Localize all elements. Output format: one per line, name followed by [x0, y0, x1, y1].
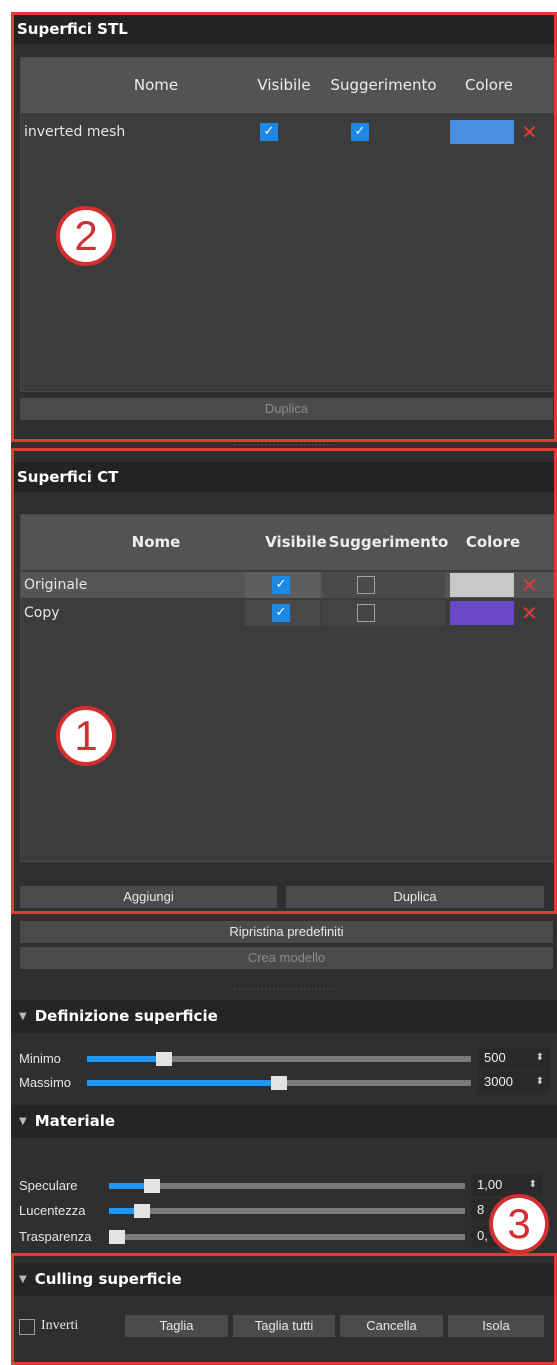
- col-hint[interactable]: Suggerimento: [326, 515, 451, 570]
- ct-surfaces-title: Superfici CT: [11, 462, 557, 492]
- reset-defaults-button[interactable]: Ripristina predefiniti: [20, 921, 553, 943]
- col-visible[interactable]: Visibile: [244, 58, 324, 113]
- max-value: 3000: [484, 1074, 513, 1089]
- row-name: Originale: [24, 577, 88, 593]
- max-label: Massimo: [19, 1075, 72, 1090]
- col-visible[interactable]: Visibile: [256, 515, 336, 570]
- close-icon[interactable]: ✕: [521, 572, 538, 598]
- callout-1: 1: [56, 706, 116, 766]
- material-header[interactable]: ▼ Materiale: [11, 1105, 557, 1138]
- ct-table-header: Nome Visibile Suggerimento Colore: [21, 515, 554, 570]
- col-hint[interactable]: Suggerimento: [321, 58, 446, 113]
- max-slider-fill: [87, 1080, 283, 1086]
- transparency-value: 0,: [477, 1228, 488, 1243]
- checkmark-icon: ✓: [263, 124, 275, 139]
- spin-arrows-icon[interactable]: ⬍: [536, 1047, 544, 1069]
- shininess-slider-handle[interactable]: [134, 1204, 150, 1218]
- color-swatch[interactable]: [450, 120, 514, 144]
- col-color[interactable]: Colore: [453, 515, 533, 570]
- ct-surfaces-panel: Superfici CT Nome Visibile Suggerimento …: [11, 448, 557, 914]
- min-label: Minimo: [19, 1051, 61, 1066]
- shininess-label: Lucentezza: [19, 1203, 86, 1218]
- color-swatch[interactable]: [450, 573, 514, 597]
- triangle-down-icon: ▼: [19, 1011, 27, 1022]
- close-icon[interactable]: ✕: [521, 600, 538, 626]
- stl-duplicate-button[interactable]: Duplica: [20, 398, 553, 420]
- close-icon[interactable]: ✕: [521, 119, 538, 145]
- checkmark-icon: ✓: [275, 605, 287, 620]
- delete-button[interactable]: Cancella: [340, 1315, 443, 1337]
- hint-cell: [322, 600, 445, 626]
- row-name: inverted mesh: [24, 124, 126, 140]
- color-swatch[interactable]: [450, 601, 514, 625]
- shininess-value: 8: [477, 1202, 485, 1217]
- col-name[interactable]: Nome: [81, 58, 231, 113]
- col-name[interactable]: Nome: [81, 515, 231, 570]
- isolate-button[interactable]: Isola: [448, 1315, 544, 1337]
- max-slider[interactable]: [87, 1076, 471, 1090]
- min-spinbox[interactable]: 500 ⬍: [478, 1047, 550, 1069]
- specular-value: 1,00: [477, 1177, 503, 1192]
- ct-surfaces-table: Nome Visibile Suggerimento Colore Origin…: [20, 514, 555, 862]
- transparency-slider-handle[interactable]: [109, 1230, 125, 1244]
- culling-title: Culling superficie: [34, 1270, 182, 1288]
- callout-2: 2: [56, 206, 116, 266]
- table-row[interactable]: inverted mesh ✓ ✓ ✕: [21, 119, 554, 145]
- hint-checkbox[interactable]: [357, 604, 375, 622]
- hint-checkbox[interactable]: [357, 576, 375, 594]
- max-slider-handle[interactable]: [271, 1076, 287, 1090]
- specular-slider-handle[interactable]: [144, 1179, 160, 1193]
- invert-label: Inverti: [41, 1318, 79, 1333]
- visible-checkbox[interactable]: ✓: [272, 604, 290, 622]
- hint-cell: [322, 572, 445, 598]
- min-value: 500: [484, 1050, 506, 1065]
- transparency-slider[interactable]: [109, 1230, 465, 1244]
- spin-arrows-icon[interactable]: ⬍: [536, 1071, 544, 1093]
- controls-panel: Ripristina predefiniti Crea modello ····…: [11, 914, 557, 1365]
- checkmark-icon: ✓: [275, 577, 287, 592]
- min-slider[interactable]: [87, 1052, 471, 1066]
- ct-duplicate-button[interactable]: Duplica: [286, 886, 544, 908]
- max-spinbox[interactable]: 3000 ⬍: [478, 1071, 550, 1093]
- triangle-down-icon: ▼: [19, 1274, 27, 1285]
- row-name: Copy: [24, 605, 60, 621]
- splitter-grip[interactable]: ··························: [11, 986, 557, 995]
- specular-slider[interactable]: [109, 1179, 465, 1193]
- material-title: Materiale: [34, 1112, 116, 1130]
- specular-label: Speculare: [19, 1178, 78, 1193]
- visible-checkbox[interactable]: ✓: [272, 576, 290, 594]
- table-row[interactable]: Copy ✓ ✕: [21, 600, 554, 626]
- table-row[interactable]: Originale ✓ ✕: [21, 572, 554, 598]
- callout-3: 3: [489, 1194, 549, 1254]
- spin-arrows-icon[interactable]: ⬍: [529, 1174, 537, 1196]
- visible-checkbox[interactable]: ✓: [260, 123, 278, 141]
- stl-table-header: Nome Visibile Suggerimento Colore: [21, 58, 554, 113]
- invert-checkbox[interactable]: [19, 1319, 35, 1335]
- surface-definition-header[interactable]: ▼ Definizione superficie: [11, 1000, 557, 1033]
- culling-header[interactable]: ▼ Culling superficie: [11, 1263, 557, 1296]
- surface-definition-title: Definizione superficie: [34, 1007, 218, 1025]
- shininess-slider[interactable]: [109, 1204, 465, 1218]
- hint-checkbox[interactable]: ✓: [351, 123, 369, 141]
- create-model-button[interactable]: Crea modello: [20, 947, 553, 969]
- checkmark-icon: ✓: [354, 124, 366, 139]
- cut-all-button[interactable]: Taglia tutti: [233, 1315, 335, 1337]
- min-slider-fill: [87, 1056, 164, 1062]
- col-color[interactable]: Colore: [449, 58, 529, 113]
- triangle-down-icon: ▼: [19, 1116, 27, 1127]
- add-button[interactable]: Aggiungi: [20, 886, 277, 908]
- transparency-label: Trasparenza: [19, 1229, 92, 1244]
- min-slider-handle[interactable]: [156, 1052, 172, 1066]
- stl-surfaces-title: Superfici STL: [11, 14, 557, 44]
- specular-spinbox[interactable]: 1,00 ⬍: [471, 1174, 543, 1196]
- cut-button[interactable]: Taglia: [125, 1315, 228, 1337]
